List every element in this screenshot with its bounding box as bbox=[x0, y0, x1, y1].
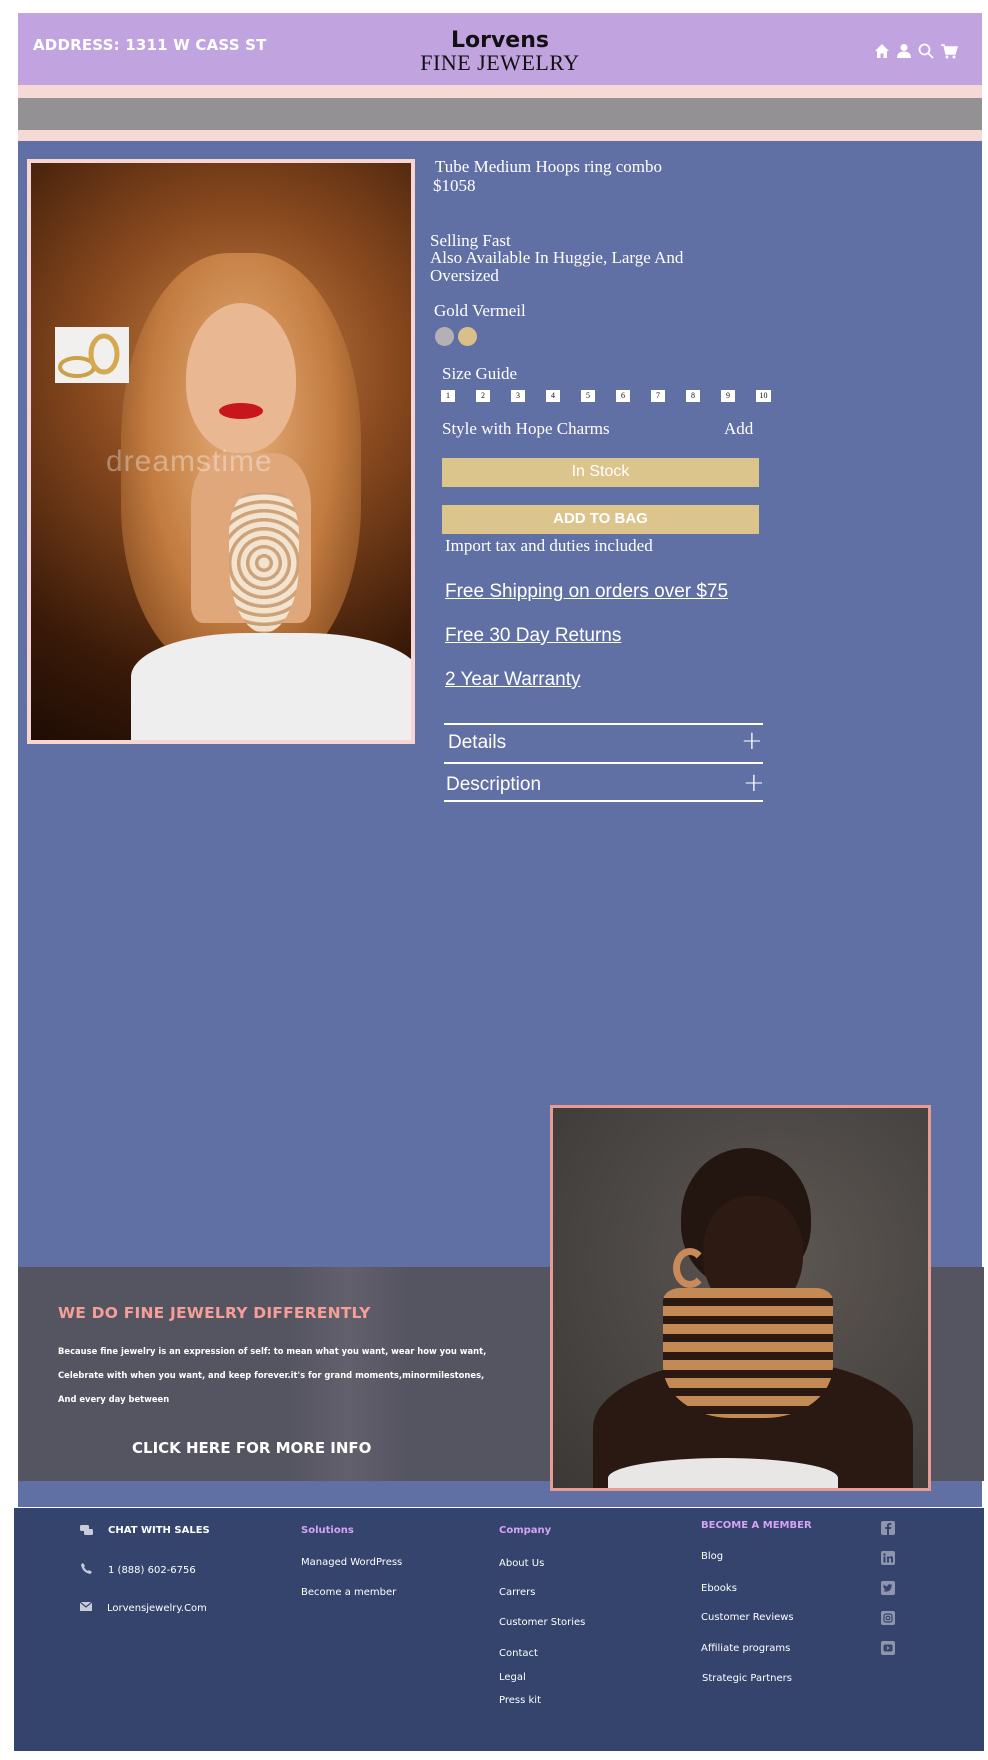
promo-body-line: And every day between bbox=[58, 1394, 170, 1404]
youtube-icon[interactable] bbox=[881, 1641, 895, 1660]
free-returns-link[interactable]: Free 30 Day Returns bbox=[445, 625, 621, 647]
plus-icon[interactable]: + bbox=[741, 728, 763, 754]
footer-link[interactable]: Contact bbox=[499, 1648, 538, 1659]
description-accordion[interactable]: Description bbox=[446, 774, 541, 796]
size-option[interactable]: 10 bbox=[756, 390, 771, 402]
chat-icon bbox=[80, 1523, 94, 1541]
announcement-bar bbox=[18, 98, 982, 130]
swatch-silver[interactable] bbox=[435, 327, 454, 346]
email-icon bbox=[79, 1598, 93, 1616]
sales-phone[interactable]: 1 (888) 602-6756 bbox=[108, 1565, 196, 1576]
twitter-icon[interactable] bbox=[881, 1581, 895, 1600]
free-shipping-link[interactable]: Free Shipping on orders over $75 bbox=[445, 581, 728, 603]
footer-link[interactable]: Legal bbox=[499, 1672, 526, 1683]
linkedin-icon[interactable] bbox=[881, 1551, 895, 1570]
footer-link[interactable]: Blog bbox=[701, 1551, 723, 1562]
cart-icon[interactable] bbox=[940, 43, 958, 59]
home-icon[interactable] bbox=[874, 43, 890, 59]
company-heading: Company bbox=[499, 1525, 552, 1536]
footer-link[interactable]: Managed WordPress bbox=[301, 1557, 402, 1568]
tax-note: Import tax and duties included bbox=[445, 536, 653, 555]
become-member-heading: BECOME A MEMBER bbox=[701, 1520, 812, 1531]
plus-icon[interactable]: + bbox=[743, 770, 765, 796]
facebook-icon[interactable] bbox=[881, 1521, 895, 1540]
metal-label: Gold Vermeil bbox=[434, 301, 526, 320]
header-accent-band bbox=[18, 85, 982, 98]
footer-link[interactable]: Ebooks bbox=[701, 1583, 737, 1594]
solutions-heading: Solutions bbox=[301, 1525, 354, 1536]
size-guide-label[interactable]: Size Guide bbox=[442, 364, 517, 384]
phone-icon bbox=[81, 1561, 92, 1579]
product-main-image[interactable]: dreamstime bbox=[27, 159, 415, 744]
style-with-label: Style with Hope Charms bbox=[442, 419, 610, 438]
chat-with-sales[interactable]: CHAT WITH SALES bbox=[108, 1525, 210, 1536]
product-price: $1058 bbox=[433, 176, 476, 195]
footer-link[interactable]: Strategic Partners bbox=[702, 1673, 792, 1684]
promo-title: WE DO FINE JEWELRY DIFFERENTLY bbox=[58, 1304, 371, 1322]
in-stock-button[interactable]: In Stock bbox=[442, 458, 759, 487]
image-watermark: dreamstime bbox=[106, 445, 273, 478]
size-option[interactable]: 6 bbox=[616, 390, 630, 402]
footer-link[interactable]: Customer Reviews bbox=[701, 1612, 794, 1623]
sales-email[interactable]: Lorvensjewelry.Com bbox=[107, 1603, 207, 1614]
brand-logo[interactable]: Lorvens FINE JEWELRY bbox=[18, 29, 982, 75]
product-thumbnail[interactable] bbox=[55, 327, 129, 383]
warranty-link[interactable]: 2 Year Warranty bbox=[445, 669, 581, 691]
size-option[interactable]: 8 bbox=[686, 390, 700, 402]
accordion-divider bbox=[444, 800, 763, 802]
brand-tagline: FINE JEWELRY bbox=[420, 50, 580, 75]
promo-body-line: Because fine jewelry is an expression of… bbox=[58, 1346, 487, 1356]
size-option[interactable]: 5 bbox=[581, 390, 595, 402]
accordion-divider bbox=[444, 723, 763, 725]
product-title: Tube Medium Hoops ring combo bbox=[435, 157, 662, 176]
size-option[interactable]: 4 bbox=[546, 390, 560, 402]
swatch-gold[interactable] bbox=[458, 327, 477, 346]
footer-link[interactable]: About Us bbox=[499, 1558, 544, 1569]
footer-link[interactable]: Carrers bbox=[499, 1587, 535, 1598]
accordion-divider bbox=[444, 762, 763, 764]
promo-body: Because fine jewelry is an expression of… bbox=[58, 1339, 498, 1411]
site-header: ADDRESS: 1311 W CASS ST Lorvens FINE JEW… bbox=[18, 13, 982, 85]
size-selector: 1 2 3 4 5 6 7 8 9 10 bbox=[441, 390, 771, 402]
header-accent-band-lower bbox=[18, 130, 982, 141]
promo-body-line: Celebrate with when you want, and keep f… bbox=[58, 1370, 485, 1380]
add-charms-link[interactable]: Add bbox=[724, 419, 753, 439]
size-option[interactable]: 1 bbox=[441, 390, 455, 402]
site-footer: CHAT WITH SALES 1 (888) 602-6756 Lorvens… bbox=[14, 1508, 984, 1751]
search-icon[interactable] bbox=[918, 43, 934, 59]
size-option[interactable]: 3 bbox=[511, 390, 525, 402]
footer-link[interactable]: Become a member bbox=[301, 1587, 396, 1598]
size-option[interactable]: 7 bbox=[651, 390, 665, 402]
size-option[interactable]: 9 bbox=[721, 390, 735, 402]
user-icon[interactable] bbox=[896, 43, 912, 59]
add-to-bag-button[interactable]: ADD TO BAG bbox=[442, 505, 759, 534]
instagram-icon[interactable] bbox=[881, 1611, 895, 1630]
more-info-link[interactable]: CLICK HERE FOR MORE INFO bbox=[132, 1439, 371, 1457]
model-image bbox=[550, 1105, 931, 1491]
footer-link[interactable]: Customer Stories bbox=[499, 1617, 585, 1628]
availability-note: Also Available In Huggie, Large And Over… bbox=[430, 248, 684, 285]
details-accordion[interactable]: Details bbox=[448, 732, 506, 754]
header-icons bbox=[874, 43, 958, 59]
footer-link[interactable]: Affiliate programs bbox=[701, 1643, 790, 1654]
size-option[interactable]: 2 bbox=[476, 390, 490, 402]
footer-link[interactable]: Press kit bbox=[499, 1695, 541, 1706]
